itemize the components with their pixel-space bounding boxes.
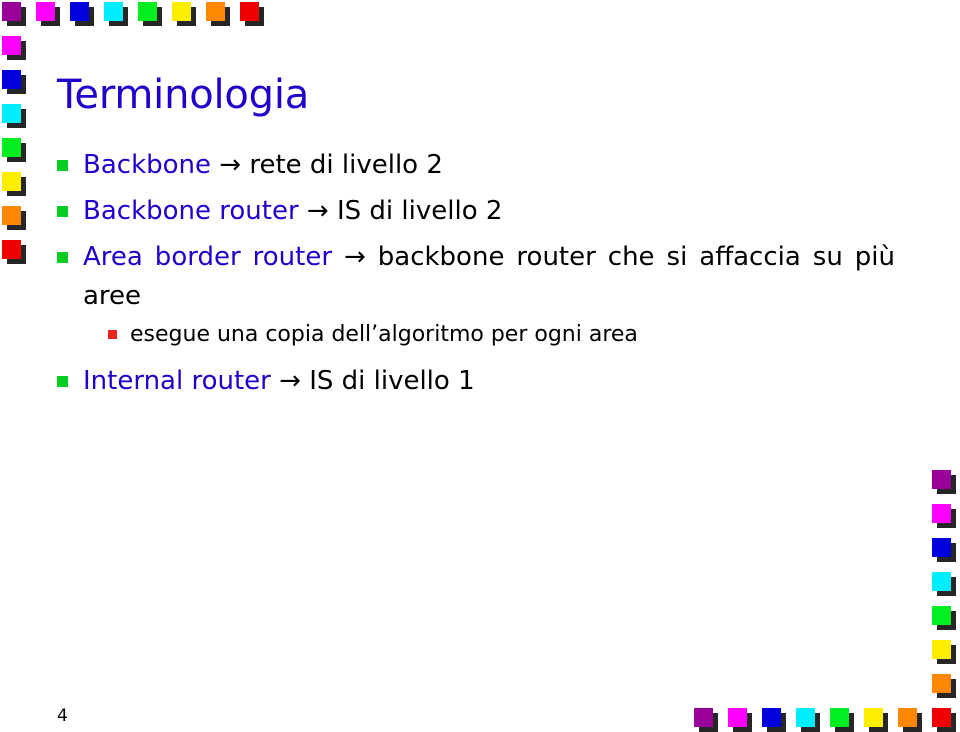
decoration-square-face bbox=[2, 36, 21, 55]
decoration-square-face bbox=[138, 2, 157, 21]
decoration-square-face bbox=[172, 2, 191, 21]
decoration-square-blue bbox=[762, 708, 786, 732]
bullet-item-level2: esegue una copia dell’algoritmo per ogni… bbox=[108, 318, 868, 352]
decoration-square-face bbox=[206, 2, 225, 21]
bullet-item-level1: Backbone → rete di livello 2 bbox=[57, 146, 877, 185]
decoration-square-face bbox=[2, 206, 21, 225]
arrow-icon: → bbox=[298, 196, 337, 226]
decoration-square-face bbox=[762, 708, 781, 727]
decoration-square-cyan bbox=[104, 2, 128, 26]
decoration-square-cyan bbox=[796, 708, 820, 732]
decoration-square-green bbox=[138, 2, 162, 26]
bullet-item-level1: Backbone router → IS di livello 2 bbox=[57, 192, 877, 231]
decoration-square-face bbox=[796, 708, 815, 727]
decoration-square-face bbox=[830, 708, 849, 727]
decoration-square-yellow bbox=[172, 2, 196, 26]
decoration-square-face bbox=[2, 104, 21, 123]
bullet-marker-icon bbox=[57, 252, 68, 263]
decoration-square-face bbox=[932, 504, 951, 523]
decoration-square-purple bbox=[694, 708, 718, 732]
decoration-square-purple bbox=[932, 470, 956, 494]
decoration-square-orange bbox=[206, 2, 230, 26]
decoration-square-face bbox=[2, 138, 21, 157]
slide-canvas: Terminologia Backbone → rete di livello … bbox=[0, 0, 960, 732]
decoration-square-face bbox=[36, 2, 55, 21]
decoration-square-yellow bbox=[2, 172, 26, 196]
bullet-text: Area border router → backbone router che… bbox=[83, 238, 895, 316]
bullet-keyword: Area border router bbox=[83, 242, 333, 272]
bullet-item-level1: Internal router → IS di livello 1 bbox=[57, 362, 877, 401]
decoration-square-orange bbox=[932, 674, 956, 698]
decoration-square-face bbox=[2, 240, 21, 259]
bullet-description: esegue una copia dell’algoritmo per ogni… bbox=[130, 322, 638, 347]
slide-title: Terminologia bbox=[57, 72, 310, 118]
bullet-description: IS di livello 2 bbox=[336, 196, 503, 226]
decoration-square-magenta bbox=[36, 2, 60, 26]
decoration-square-red bbox=[2, 240, 26, 264]
bullet-text: esegue una copia dell’algoritmo per ogni… bbox=[130, 318, 638, 352]
decoration-square-face bbox=[2, 70, 21, 89]
decoration-square-green bbox=[2, 138, 26, 162]
bullet-text: Internal router → IS di livello 1 bbox=[83, 362, 475, 401]
decoration-square-orange bbox=[2, 206, 26, 230]
decoration-square-red bbox=[240, 2, 264, 26]
decoration-square-face bbox=[932, 708, 951, 727]
bullet-keyword: Backbone router bbox=[83, 196, 299, 226]
decoration-square-face bbox=[932, 470, 951, 489]
decoration-square-face bbox=[104, 2, 123, 21]
arrow-icon: → bbox=[332, 242, 378, 272]
decoration-square-face bbox=[898, 708, 917, 727]
bullet-marker-icon bbox=[108, 330, 117, 339]
decoration-square-cyan bbox=[2, 104, 26, 128]
bullet-keyword: Backbone bbox=[83, 150, 212, 180]
decoration-square-blue bbox=[70, 2, 94, 26]
decoration-square-orange bbox=[898, 708, 922, 732]
decoration-square-face bbox=[864, 708, 883, 727]
decoration-square-magenta bbox=[2, 36, 26, 60]
decoration-square-blue bbox=[2, 70, 26, 94]
decoration-square-face bbox=[932, 674, 951, 693]
arrow-icon: → bbox=[270, 366, 310, 396]
page-number: 4 bbox=[57, 706, 68, 726]
bullet-keyword: Internal router bbox=[83, 366, 271, 396]
bullet-marker-icon bbox=[57, 376, 68, 387]
bullet-description: IS di livello 1 bbox=[309, 366, 475, 396]
decoration-square-purple bbox=[2, 2, 26, 26]
decoration-square-face bbox=[70, 2, 89, 21]
decoration-square-face bbox=[728, 708, 747, 727]
decoration-square-face bbox=[932, 640, 951, 659]
bullet-item-level1: Area border router → backbone router che… bbox=[57, 238, 895, 316]
decoration-square-face bbox=[932, 538, 951, 557]
decoration-square-green bbox=[932, 606, 956, 630]
decoration-square-face bbox=[932, 572, 951, 591]
decoration-square-face bbox=[2, 2, 21, 21]
decoration-square-yellow bbox=[864, 708, 888, 732]
decoration-square-green bbox=[830, 708, 854, 732]
bullet-text: Backbone → rete di livello 2 bbox=[83, 146, 443, 185]
decoration-square-face bbox=[932, 606, 951, 625]
decoration-square-cyan bbox=[932, 572, 956, 596]
decoration-square-red bbox=[932, 708, 956, 732]
bullet-text: Backbone router → IS di livello 2 bbox=[83, 192, 502, 231]
decoration-square-magenta bbox=[932, 504, 956, 528]
decoration-square-face bbox=[694, 708, 713, 727]
bullet-marker-icon bbox=[57, 206, 68, 217]
decoration-square-magenta bbox=[728, 708, 752, 732]
decoration-square-face bbox=[2, 172, 21, 191]
bullet-marker-icon bbox=[57, 160, 68, 171]
arrow-icon: → bbox=[211, 150, 250, 180]
decoration-square-yellow bbox=[932, 640, 956, 664]
bullet-description: rete di livello 2 bbox=[249, 150, 443, 180]
decoration-square-face bbox=[240, 2, 259, 21]
decoration-square-blue bbox=[932, 538, 956, 562]
